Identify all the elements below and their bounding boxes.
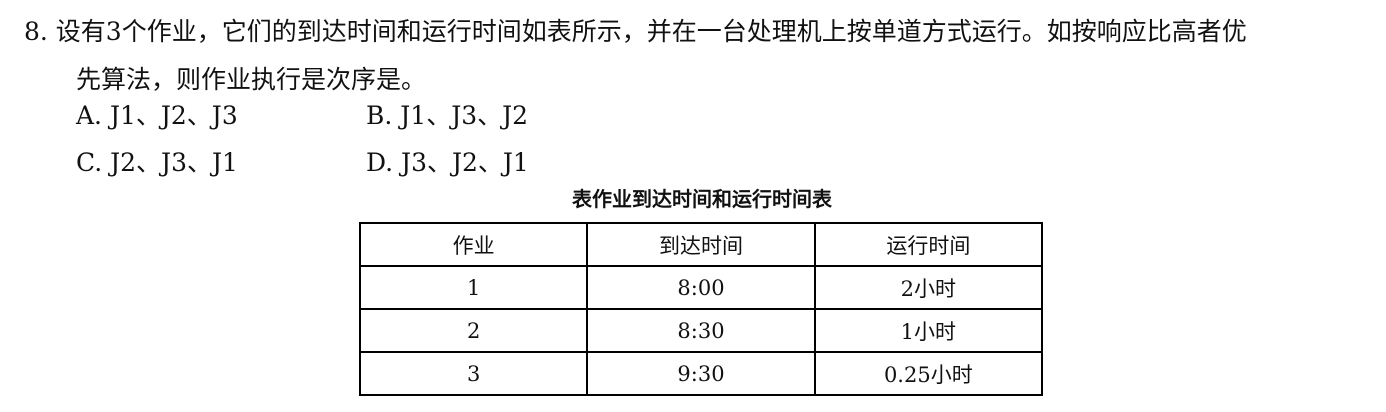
header-arrival-time: 到达时间	[586, 222, 816, 267]
job-id-cell: 2	[358, 308, 589, 353]
table-row: 2 8:30 1小时	[358, 308, 1044, 353]
job-id-cell: 3	[358, 351, 589, 396]
option-b[interactable]: B. J1、J3、J2	[366, 92, 656, 139]
option-a[interactable]: A. J1、J2、J3	[76, 92, 366, 139]
table-row: 3 9:30 0.25小时	[358, 351, 1044, 396]
job-schedule-table: 作业 到达时间 运行时间 1 8:00 2小时 2 8:30 1小时 3 9:3…	[358, 222, 1044, 396]
arrival-time-cell: 9:30	[586, 351, 816, 396]
question-text: 8. 设有3个作业，它们的到达时间和运行时间如表所示，并在一台处理机上按单道方式…	[24, 8, 1374, 104]
header-run-time: 运行时间	[813, 222, 1044, 267]
options-row-2: C. J2、J3、J1 D. J3、J2、J1	[76, 139, 656, 186]
question-line-1: 8. 设有3个作业，它们的到达时间和运行时间如表所示，并在一台处理机上按单道方式…	[24, 17, 1247, 46]
table-caption: 表作业到达时间和运行时间表	[572, 187, 832, 211]
run-time-cell: 1小时	[813, 308, 1044, 353]
job-id-cell: 1	[358, 265, 589, 310]
header-job: 作业	[358, 222, 589, 267]
answer-options: A. J1、J2、J3 B. J1、J3、J2 C. J2、J3、J1 D. J…	[76, 92, 656, 186]
option-d[interactable]: D. J3、J2、J1	[366, 139, 656, 186]
table-row: 1 8:00 2小时	[358, 265, 1044, 310]
option-c[interactable]: C. J2、J3、J1	[76, 139, 366, 186]
run-time-cell: 0.25小时	[813, 351, 1044, 396]
table-header-row: 作业 到达时间 运行时间	[358, 222, 1044, 267]
arrival-time-cell: 8:00	[586, 265, 816, 310]
run-time-cell: 2小时	[813, 265, 1044, 310]
arrival-time-cell: 8:30	[586, 308, 816, 353]
options-row-1: A. J1、J2、J3 B. J1、J3、J2	[76, 92, 656, 139]
